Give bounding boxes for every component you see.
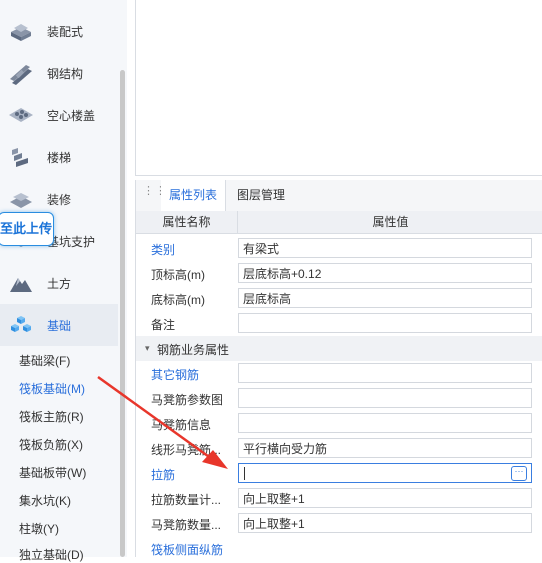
panel-tabs: ⋮⋮ 属性列表 图层管理 [136, 180, 542, 212]
sidebar-scrollbar[interactable] [120, 70, 125, 557]
group-label: 钢筋业务属性 [157, 343, 230, 357]
property-value[interactable]: 向上取整+1 [238, 488, 532, 508]
nav-item-label: 钢结构 [47, 67, 84, 81]
property-panel: ⋮⋮ 属性列表 图层管理 属性名称 属性值 类别 有梁式 顶标高(m) 层底标高… [135, 180, 542, 557]
sub-item-foundation-strip[interactable]: 基础板带(W) [19, 464, 86, 481]
property-name: 线形马凳筋... [151, 443, 222, 457]
tab-layer-management[interactable]: 图层管理 [237, 180, 285, 211]
column-header-name: 属性名称 [136, 211, 238, 233]
tab-property-list[interactable]: 属性列表 [161, 180, 226, 211]
property-row: 类别 有梁式 [136, 236, 542, 261]
decoration-icon [10, 193, 32, 208]
upload-overlay[interactable]: 至此上传 [0, 212, 54, 246]
property-name[interactable]: 筏板侧面纵筋 [151, 541, 223, 558]
property-value[interactable]: 层底标高 [238, 288, 532, 308]
property-value[interactable] [238, 363, 532, 383]
steel-beam-icon [10, 65, 32, 85]
property-row: 马凳筋信息 [136, 411, 542, 436]
sidebar: 装配式 钢结构 空心楼盖 楼梯 装修 基坑支护 土方 基础 基础梁(F) 筏板基… [0, 0, 127, 562]
sub-item-isolated-foundation[interactable]: 独立基础(D) [19, 546, 84, 563]
nav-item-hollow-slab[interactable]: 空心楼盖 [0, 94, 118, 136]
sub-item-raft-main-rebar[interactable]: 筏板主筋(R) [19, 408, 84, 425]
nav-item-earthwork[interactable]: 土方 [0, 262, 118, 304]
property-row: 底标高(m) 层底标高 [136, 286, 542, 311]
property-name: 备注 [151, 318, 176, 332]
property-value-input[interactable]: ··· [238, 463, 532, 483]
property-name[interactable]: 拉筋 [151, 466, 175, 483]
nav-item-label: 楼梯 [47, 151, 72, 165]
column-header-value: 属性值 [372, 215, 409, 229]
property-value[interactable]: 层底标高+0.12 [238, 263, 532, 283]
nav-item-label: 基坑支护 [47, 235, 96, 249]
property-name: 马凳筋数量... [151, 518, 222, 532]
text-cursor [244, 467, 245, 480]
nav-item-stairs[interactable]: 楼梯 [0, 136, 118, 178]
property-value[interactable] [238, 413, 532, 433]
ellipsis-button[interactable]: ··· [511, 466, 527, 481]
property-name: 马凳筋信息 [151, 418, 212, 432]
property-row: 筏板侧面纵筋 [136, 536, 542, 561]
nav-item-label: 空心楼盖 [47, 109, 96, 123]
sub-item-raft-negative-rebar[interactable]: 筏板负筋(X) [19, 436, 83, 453]
property-value[interactable]: 向上取整+1 [238, 513, 532, 533]
property-value[interactable]: 平行横向受力筋 [238, 438, 532, 458]
grid-header: 属性名称 属性值 [136, 211, 542, 234]
drawing-area[interactable] [135, 0, 542, 176]
property-name[interactable]: 类别 [151, 241, 175, 258]
stairs-icon [12, 148, 28, 167]
property-row: 拉筋数量计... 向上取整+1 [136, 486, 542, 511]
caret-down-icon[interactable]: ▾ [145, 343, 150, 354]
earthwork-icon [10, 278, 32, 292]
nav-item-label: 装配式 [47, 25, 84, 39]
property-row: 其它钢筋 [136, 361, 542, 386]
property-row-active: 拉筋 ··· [136, 461, 542, 486]
property-row: 马凳筋数量... 向上取整+1 [136, 511, 542, 536]
nav-item-label: 基础 [47, 319, 72, 333]
property-value[interactable]: 有梁式 [238, 238, 532, 258]
property-value[interactable] [238, 313, 532, 333]
sub-item-raft-foundation[interactable]: 筏板基础(M) [19, 380, 85, 397]
sub-item-foundation-beam[interactable]: 基础梁(F) [19, 352, 70, 369]
property-row: 线形马凳筋... 平行横向受力筋 [136, 436, 542, 461]
property-value[interactable] [238, 388, 532, 408]
property-row: 备注 [136, 311, 542, 336]
property-name: 拉筋数量计... [151, 493, 222, 507]
sub-item-sump[interactable]: 集水坑(K) [19, 492, 71, 509]
nav-item-steel[interactable]: 钢结构 [0, 52, 118, 94]
prefab-icon [11, 24, 31, 41]
sub-item-column-pier[interactable]: 柱墩(Y) [19, 520, 59, 537]
hollow-slab-icon [9, 108, 33, 122]
property-name: 顶标高(m) [151, 268, 205, 282]
property-row: 顶标高(m) 层底标高+0.12 [136, 261, 542, 286]
group-row-rebar-business[interactable]: ▾ 钢筋业务属性 [136, 336, 542, 361]
property-name: 底标高(m) [151, 293, 205, 307]
property-row: 马凳筋参数图 [136, 386, 542, 411]
foundation-icon [11, 316, 31, 332]
nav-item-label: 装修 [47, 193, 72, 207]
nav-item-foundation[interactable]: 基础 [0, 304, 118, 346]
nav-item-prefab[interactable]: 装配式 [0, 10, 118, 52]
nav-item-label: 土方 [47, 277, 72, 291]
property-name: 马凳筋参数图 [151, 393, 224, 407]
property-name[interactable]: 其它钢筋 [151, 366, 199, 383]
drag-handle-icon[interactable]: ⋮⋮ [143, 186, 166, 202]
